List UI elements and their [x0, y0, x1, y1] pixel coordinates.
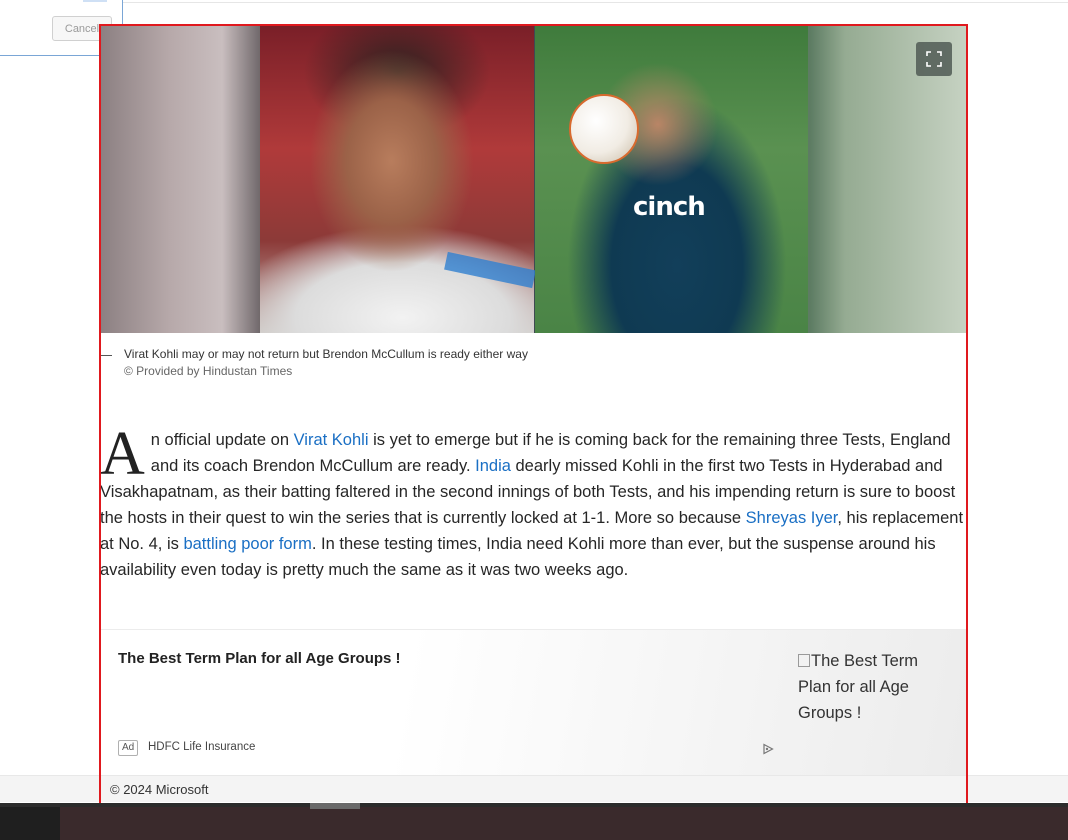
top-divider — [0, 2, 1068, 3]
taskbar-edge — [0, 807, 60, 840]
scrollbar-thumb[interactable] — [310, 803, 360, 809]
dialog-edge — [83, 0, 107, 2]
taskbar — [0, 803, 1068, 840]
selection-highlight-frame — [99, 24, 968, 814]
taskbar-strip — [60, 807, 1068, 840]
